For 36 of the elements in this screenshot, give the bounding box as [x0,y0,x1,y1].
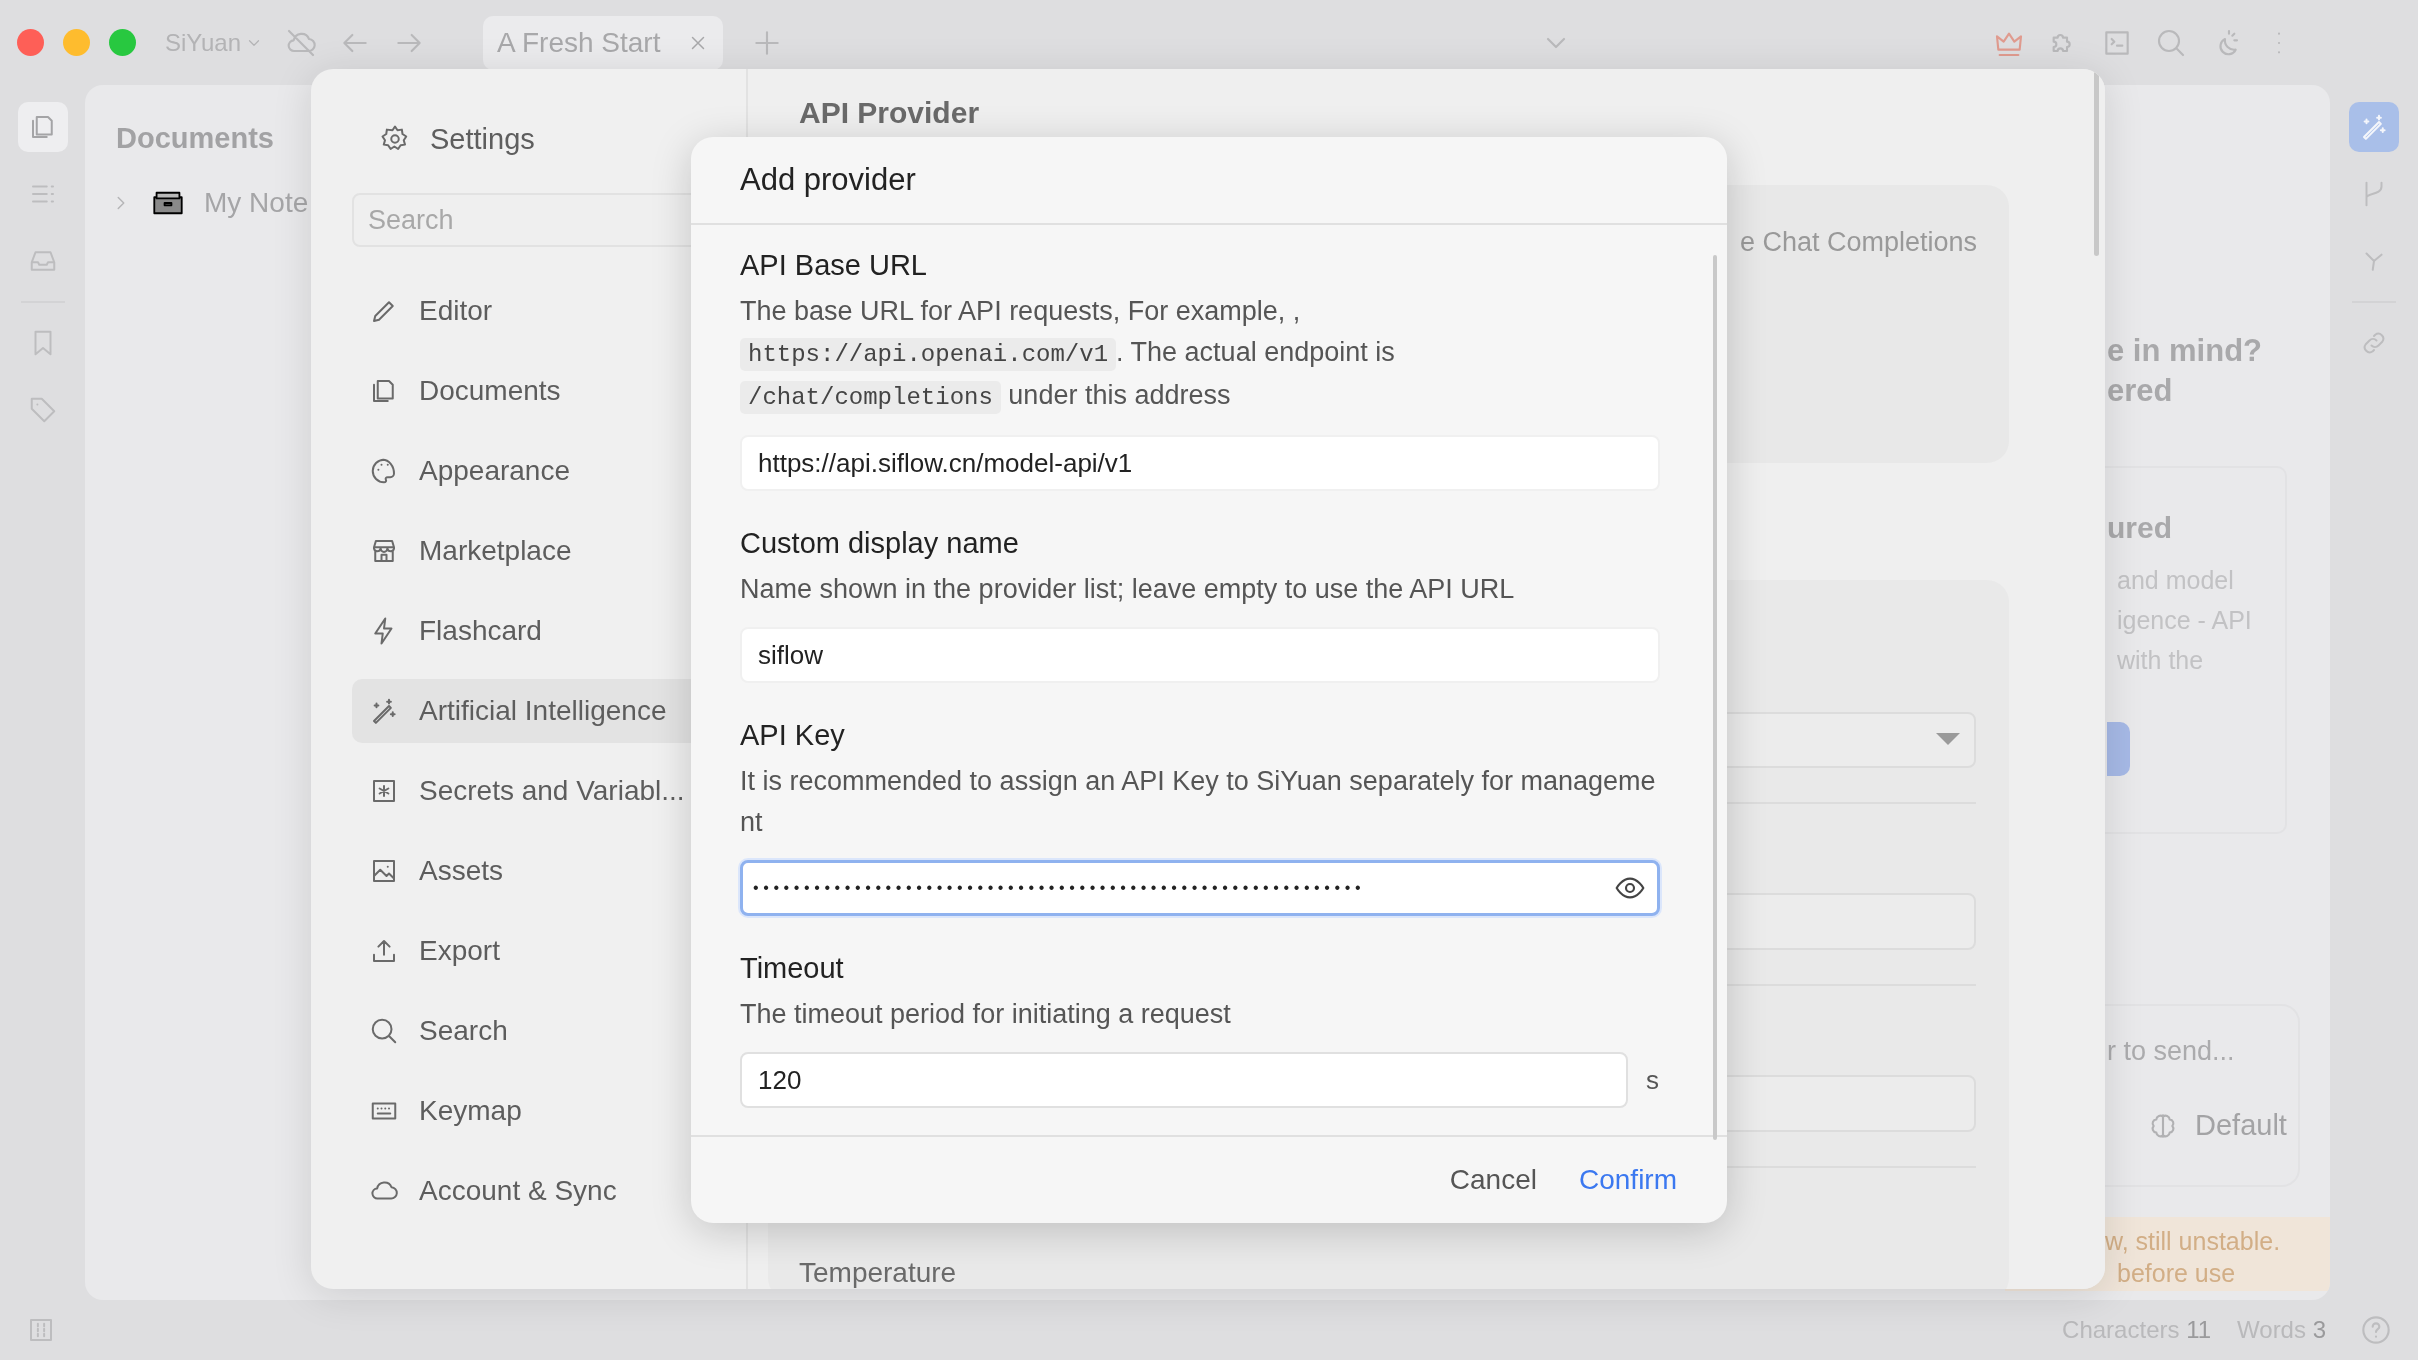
magic-wand-icon[interactable] [2349,102,2399,152]
field-description: The timeout period for initiating a request [740,998,1232,1031]
chat-placeholder: r to send... [2107,1036,2236,1067]
setting-label: Temperature [799,1257,958,1289]
card-title: ured [2107,510,2173,546]
section-heading: API Provider [799,95,981,131]
timeout-field[interactable]: 120 [740,1052,1628,1108]
field-label: Custom display name [740,526,1020,561]
configure-button[interactable] [2107,722,2130,776]
api-key-field[interactable]: •••••••••••••••••••••••••••••••••••••••••••••••••••••••••••• [740,860,1660,916]
minimize-window-button[interactable] [63,29,90,56]
confirm-button[interactable]: Confirm [1569,1156,1687,1204]
text-field[interactable]: siflow [740,627,1660,683]
close-window-button[interactable] [17,29,44,56]
file-box-icon [152,190,184,216]
field-label: Timeout [740,951,845,986]
headline-text: e in mind? [2106,332,2263,370]
panel-title: Documents [116,121,274,156]
settings-title: Settings [430,122,535,156]
maximize-window-button[interactable] [109,29,136,56]
field-description: Name shown in the provider list; leave empty to use the API URL [740,573,1516,606]
field-description: The base URL for API requests, For example, , https://api.openai.com/v1 . The actual endpoint is /chat/completions under this address [740,291,1658,418]
text-field[interactable]: https://api.siflow.cn/model-api/v1 [740,435,1660,491]
unit-label: s [1646,1064,1659,1096]
field-description: It is recommended to assign an API Key to SiYuan separately for management [740,765,1657,839]
cancel-button[interactable]: Cancel [1439,1156,1547,1204]
warning-text: w, still unstable. [2105,1226,2282,1257]
help-icon[interactable] [2360,1314,2392,1346]
provider-description: e Chat Completions [1740,227,1978,257]
warning-text: before use [2116,1258,2237,1289]
field-label: API Base URL [740,248,928,283]
field-label: API Key [740,718,846,753]
search-icon [369,1016,399,1046]
caret-icon [1936,733,1960,745]
documents-icon[interactable] [17,102,68,152]
headline-text: ered [2106,372,2174,410]
